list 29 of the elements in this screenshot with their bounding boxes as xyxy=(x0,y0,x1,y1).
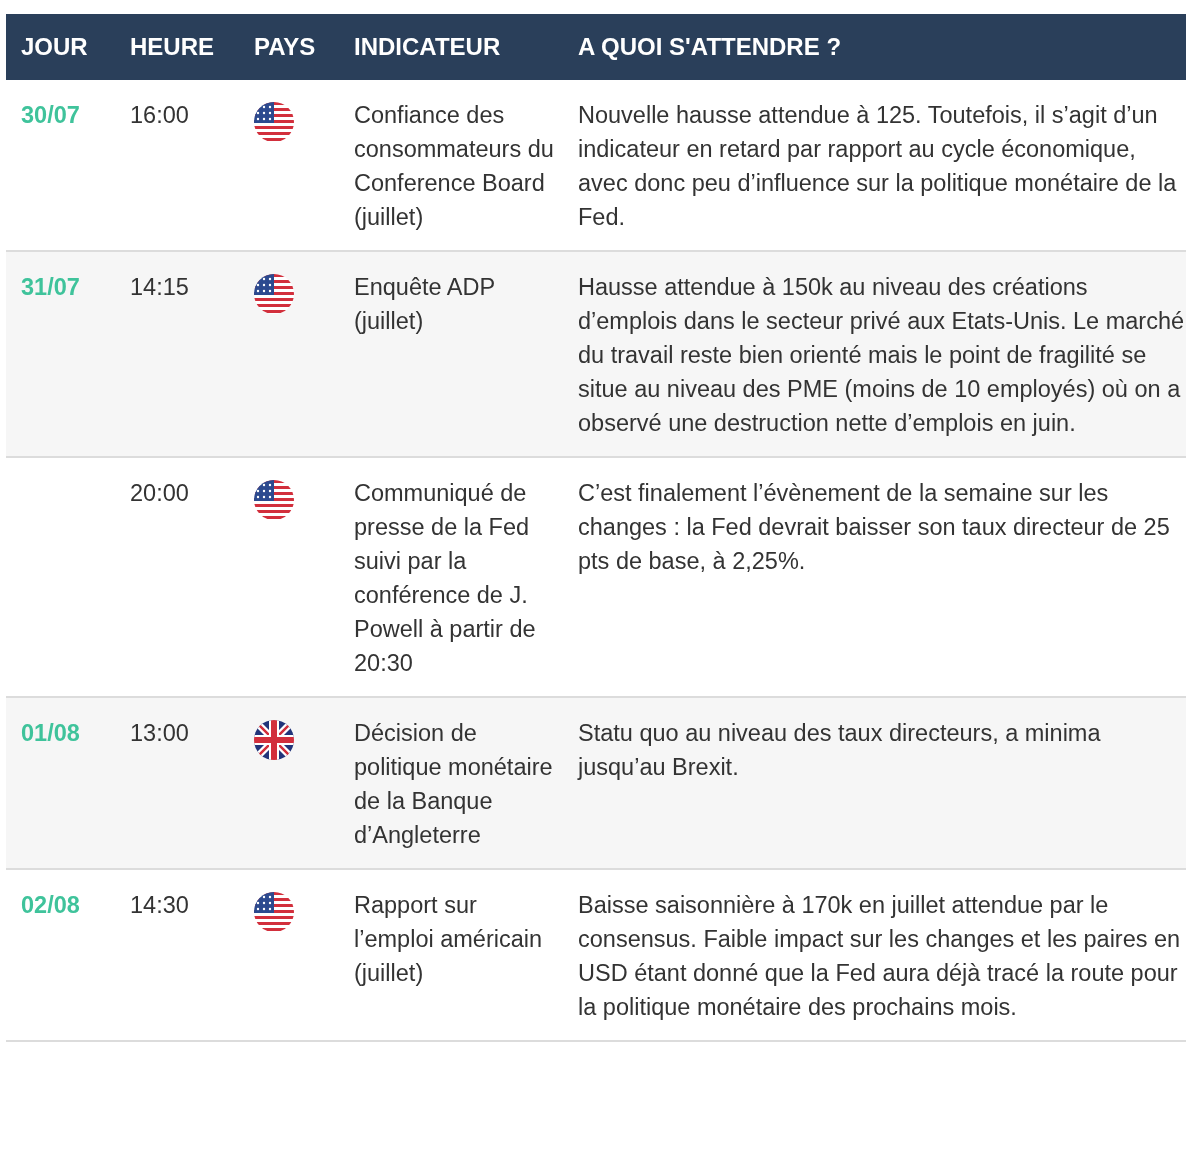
indicator-cell-text: Confiance des consommateurs du Conference Board (juillet) xyxy=(353,101,555,232)
expectation-cell-text: Statu quo au niveau des taux directeurs, a minima jusqu’au Brexit. xyxy=(576,719,1102,782)
expectation-cell-text: Baisse saisonnière à 170k en juillet attendue par le consensus. Faible impact sur les changes et les paires en USD étant donné que la Fed aura déjà tracé la route pour la politique monétaire des prochains mois. xyxy=(577,891,1182,1022)
column-header: HEURE xyxy=(129,33,215,61)
time-cell-text: 13:00 xyxy=(129,719,190,748)
time-cell-text: 14:15 xyxy=(129,273,190,302)
indicator-cell-text: Communiqué de presse de la Fed suivi par la conférence de J. Powell à partir de 20:30 xyxy=(353,479,537,678)
day-cell-text: 02/08 xyxy=(20,891,81,920)
column-header: A QUOI S'ATTENDRE ? xyxy=(577,33,843,61)
column-header: PAYS xyxy=(253,33,317,61)
day-cell-text: 31/07 xyxy=(20,273,81,302)
column-header: INDICATEUR xyxy=(353,33,502,61)
time-cell-text: 16:00 xyxy=(129,101,190,130)
column-header: JOUR xyxy=(20,33,89,61)
expectation-cell-text: C’est finalement l’évènement de la semaine sur les changes : la Fed devrait baisser son taux directeur de 25 pts de base, à 2,25%. xyxy=(577,479,1171,576)
us-flag-icon xyxy=(254,892,294,932)
uk-flag-icon xyxy=(254,720,294,760)
indicator-cell-text: Rapport sur l’emploi américain (juillet) xyxy=(353,891,544,988)
us-flag-icon xyxy=(254,102,294,142)
us-flag-icon xyxy=(254,480,294,520)
indicator-cell-text: Décision de politique monétaire de la Banque d’Angleterre xyxy=(353,719,554,850)
time-cell-text: 20:00 xyxy=(129,479,190,508)
expectation-cell-text: Nouvelle hausse attendue à 125. Toutefois, il s’agit d’un indicateur en retard par rapport au cycle économique, avec donc peu d’influence sur la politique monétaire de la Fed. xyxy=(577,101,1178,232)
day-cell-text: 01/08 xyxy=(20,719,81,748)
indicator-cell-text: Enquête ADP (juillet) xyxy=(353,273,496,336)
day-cell-text: 30/07 xyxy=(20,101,81,130)
us-flag-icon xyxy=(254,274,294,314)
time-cell-text: 14:30 xyxy=(129,891,190,920)
expectation-cell-text: Hausse attendue à 150k au niveau des créations d’emplois dans le secteur privé aux Etats-Unis. Le marché du travail reste bien orienté mais le point de fragilité se situe au niveau des PME (moins de 10 employés) où on a observé une destruction nette d’emplois en juin. xyxy=(577,273,1186,438)
